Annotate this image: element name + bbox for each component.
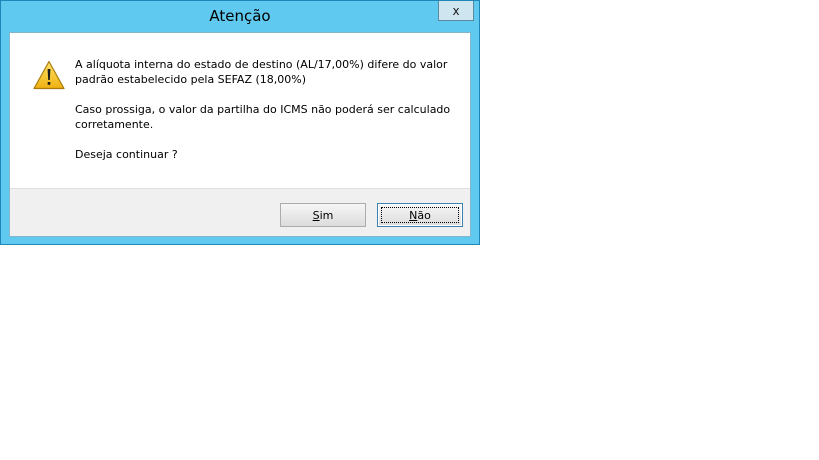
dialog-window: Atenção x A alíquota interna do estado d… xyxy=(0,0,480,245)
no-button[interactable]: Não xyxy=(377,203,463,227)
close-icon: x xyxy=(452,3,460,18)
dialog-client: A alíquota interna do estado de destino … xyxy=(9,32,471,237)
warning-icon xyxy=(33,60,65,90)
title-bar[interactable]: Atenção x xyxy=(1,1,479,32)
dialog-title: Atenção xyxy=(209,7,271,25)
message-line-2: Caso prossiga, o valor da partilha do IC… xyxy=(75,103,451,131)
yes-button[interactable]: Sim xyxy=(280,203,366,227)
no-button-label: Não xyxy=(409,208,431,222)
yes-button-label: Sim xyxy=(312,208,334,222)
message-line-1: A alíquota interna do estado de destino … xyxy=(75,58,448,86)
button-bar: Sim Não xyxy=(10,188,470,236)
message-text: A alíquota interna do estado de destino … xyxy=(75,57,455,177)
message-line-3: Deseja continuar ? xyxy=(75,148,178,161)
close-button[interactable]: x xyxy=(438,1,474,21)
message-area: A alíquota interna do estado de destino … xyxy=(10,33,470,188)
